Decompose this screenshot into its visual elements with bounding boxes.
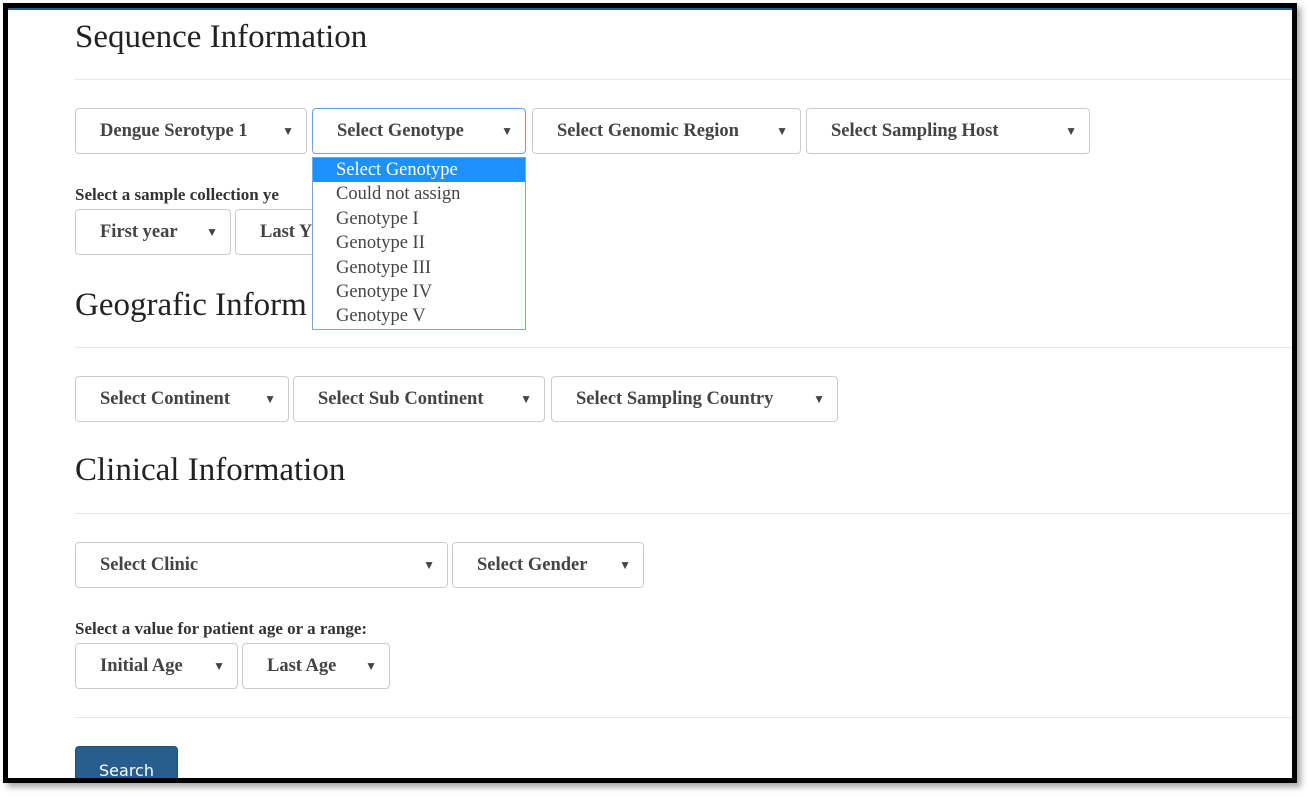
first-year-select[interactable]: First year ▼ [75, 209, 231, 255]
chevron-down-icon: ▼ [213, 659, 225, 673]
chevron-down-icon: ▼ [423, 558, 435, 572]
chevron-down-icon: ▼ [619, 558, 631, 572]
chevron-down-icon: ▼ [264, 392, 276, 406]
clinic-value: Select Clinic [100, 555, 199, 575]
genotype-option[interactable]: Genotype II [313, 231, 525, 255]
continent-value: Select Continent [100, 389, 230, 409]
initial-age-select[interactable]: Initial Age ▼ [75, 643, 238, 689]
patient-age-label: Select a value for patient age or a rang… [75, 619, 368, 638]
collection-year-label: Select a sample collection ye [75, 185, 279, 204]
last-age-value: Last Age [267, 656, 337, 676]
genotype-option[interactable]: Select Genotype [313, 158, 525, 183]
last-year-value: Last Y [260, 222, 313, 242]
sampling-country-select[interactable]: Select Sampling Country ▼ [551, 376, 838, 422]
chevron-down-icon: ▼ [206, 225, 218, 239]
continent-select[interactable]: Select Continent ▼ [75, 376, 289, 422]
genotype-dropdown-list: Select Genotype Could not assign Genotyp… [312, 157, 526, 330]
sub-continent-select[interactable]: Select Sub Continent ▼ [293, 376, 545, 422]
section-title-clinical: Clinical Information [75, 452, 346, 488]
genotype-option[interactable]: Genotype IV [313, 280, 525, 304]
genotype-select[interactable]: Select Genotype ▼ [312, 108, 526, 154]
genotype-value: Select Genotype [337, 121, 464, 141]
genotype-option[interactable]: Genotype III [313, 256, 525, 280]
genotype-option[interactable]: Genotype V [313, 304, 525, 328]
genomic-region-value: Select Genomic Region [557, 121, 739, 141]
sub-continent-value: Select Sub Continent [318, 389, 484, 409]
chevron-down-icon: ▼ [365, 659, 377, 673]
screenshot-frame: Sequence Information Dengue Serotype 1 ▼… [3, 3, 1297, 783]
serotype-select[interactable]: Dengue Serotype 1 ▼ [75, 108, 307, 154]
divider [75, 717, 1292, 718]
genotype-option[interactable]: Could not assign [313, 182, 525, 206]
clinic-select[interactable]: Select Clinic ▼ [75, 542, 448, 588]
genomic-region-select[interactable]: Select Genomic Region ▼ [532, 108, 801, 154]
gender-select[interactable]: Select Gender ▼ [452, 542, 644, 588]
chevron-down-icon: ▼ [1065, 124, 1077, 138]
first-year-value: First year [100, 222, 178, 242]
divider [75, 347, 1292, 348]
gender-value: Select Gender [477, 555, 588, 575]
chevron-down-icon: ▼ [501, 124, 513, 138]
initial-age-value: Initial Age [100, 656, 183, 676]
chevron-down-icon: ▼ [776, 124, 788, 138]
section-title-sequence: Sequence Information [75, 19, 368, 55]
genotype-option[interactable]: Genotype I [313, 207, 525, 231]
search-button[interactable]: Search [75, 746, 178, 778]
sampling-host-select[interactable]: Select Sampling Host ▼ [806, 108, 1090, 154]
sampling-country-value: Select Sampling Country [576, 389, 774, 409]
chevron-down-icon: ▼ [813, 392, 825, 406]
divider [75, 513, 1292, 514]
last-age-select[interactable]: Last Age ▼ [242, 643, 390, 689]
divider [75, 79, 1292, 80]
sampling-host-value: Select Sampling Host [831, 121, 999, 141]
top-accent-line [8, 8, 1292, 10]
chevron-down-icon: ▼ [282, 124, 294, 138]
chevron-down-icon: ▼ [520, 392, 532, 406]
serotype-value: Dengue Serotype 1 [100, 121, 248, 141]
section-title-geographic: Geografic Inform [75, 287, 307, 323]
